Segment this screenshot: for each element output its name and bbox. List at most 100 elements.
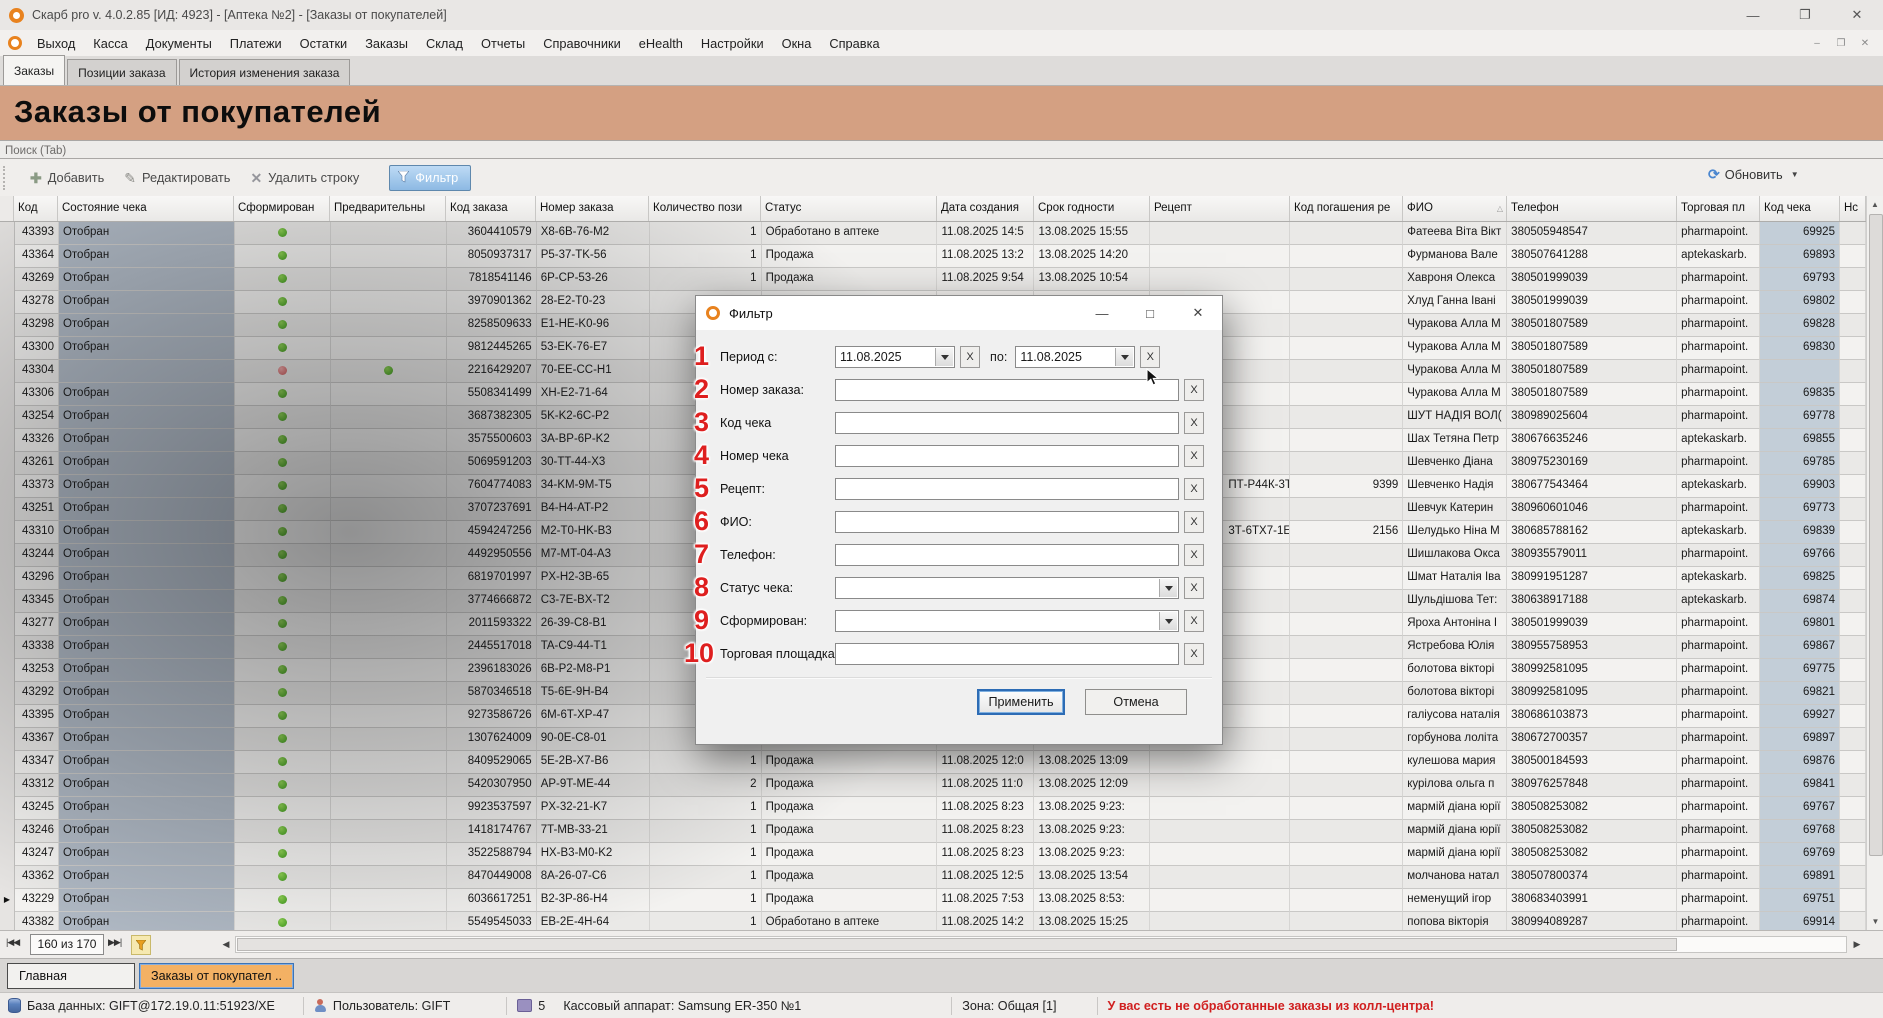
mdi-minimize-icon[interactable]: – (1805, 38, 1829, 49)
column-header-qty[interactable]: Количество пози (649, 196, 761, 221)
column-header-pv[interactable]: Предварительны (330, 196, 446, 221)
vertical-scrollbar[interactable]: ▲ ▼ (1866, 196, 1883, 930)
clear-field-button[interactable]: X (1184, 610, 1204, 632)
menu-item[interactable]: Справка (820, 32, 888, 55)
date-input[interactable]: 11.08.2025 (835, 346, 955, 368)
table-row[interactable]: 43382Отобран5549545033EB-2E-4H-641Обрабо… (0, 912, 1866, 930)
menu-item[interactable]: Склад (417, 32, 472, 55)
text-input[interactable] (835, 544, 1179, 566)
menu-item[interactable]: Окна (773, 32, 821, 55)
clear-field-button[interactable]: X (1184, 511, 1204, 533)
window-tab[interactable]: Главная (7, 963, 135, 989)
close-button[interactable]: ✕ (1831, 0, 1883, 30)
combo-input[interactable] (835, 577, 1179, 599)
date-input[interactable]: 11.08.2025 (1015, 346, 1135, 368)
combo-input[interactable] (835, 610, 1179, 632)
column-header-d2[interactable]: Срок годности (1034, 196, 1150, 221)
tab-История изменения заказа[interactable]: История изменения заказа (179, 59, 351, 85)
text-input[interactable] (835, 445, 1179, 467)
column-header-ck[interactable]: Код чека (1760, 196, 1840, 221)
window-tab[interactable]: Заказы от покупател .. (139, 963, 294, 989)
column-header-nc[interactable]: Нс (1840, 196, 1866, 221)
table-row[interactable]: 43312Отобран5420307950AP-9T-ME-442Продаж… (0, 774, 1866, 797)
table-row[interactable]: 43347Отобран84095290655E-2B-X7-B61Продаж… (0, 751, 1866, 774)
table-row[interactable]: 43245Отобран9923537597PX-32-21-K71Продаж… (0, 797, 1866, 820)
text-input[interactable] (835, 412, 1179, 434)
column-header-pg[interactable]: Код погашения ре (1290, 196, 1403, 221)
menu-item[interactable]: Заказы (356, 32, 417, 55)
text-input[interactable] (835, 478, 1179, 500)
delete-row-button[interactable]: ✕ Удалить строку (250, 170, 359, 185)
scroll-down-icon[interactable]: ▼ (1867, 913, 1883, 930)
column-header-st[interactable]: Статус (761, 196, 937, 221)
menu-item[interactable]: Отчеты (472, 32, 534, 55)
scroll-left-icon[interactable]: ◀ (218, 936, 234, 953)
text-input[interactable] (835, 379, 1179, 401)
scroll-right-icon[interactable]: ▶ (1849, 936, 1865, 953)
refresh-button[interactable]: ⟳ Обновить ▼ (1708, 166, 1799, 183)
apply-button[interactable]: Применить (977, 689, 1065, 715)
chevron-down-icon[interactable]: ▼ (1791, 170, 1799, 179)
horizontal-scrollbar[interactable] (235, 936, 1847, 953)
menu-item[interactable]: Справочники (534, 32, 630, 55)
search-input[interactable] (0, 143, 1883, 160)
table-row[interactable]: 43246Отобран14181747677T-MB-33-211Продаж… (0, 820, 1866, 843)
clear-field-button[interactable]: X (1184, 379, 1204, 401)
restore-button[interactable]: ❐ (1779, 0, 1831, 30)
dialog-close-button[interactable]: ✕ (1174, 296, 1222, 330)
menu-item[interactable]: Выход (28, 32, 84, 55)
column-header-kod[interactable]: Код (14, 196, 58, 221)
menu-item[interactable]: eHealth (630, 32, 692, 55)
horizontal-scrollbar-thumb[interactable] (237, 938, 1677, 951)
clear-field-button[interactable]: X (960, 346, 980, 368)
mdi-close-icon[interactable]: ✕ (1853, 38, 1877, 49)
dropdown-arrow-icon[interactable] (935, 348, 953, 366)
dropdown-arrow-icon[interactable] (1115, 348, 1133, 366)
menu-item[interactable]: Настройки (692, 32, 773, 55)
scroll-up-icon[interactable]: ▲ (1867, 196, 1883, 213)
clear-field-button[interactable]: X (1184, 544, 1204, 566)
column-header-nz[interactable]: Номер заказа (536, 196, 649, 221)
table-row[interactable]: ▶43229Отобран6036617251B2-3P-86-H41Прода… (0, 889, 1866, 912)
filter-button[interactable]: Фильтр (389, 165, 471, 191)
menu-item[interactable]: Остатки (291, 32, 357, 55)
table-row[interactable]: 43364Отобран8050937317P5-37-TK-561Продаж… (0, 245, 1866, 268)
text-input[interactable] (835, 511, 1179, 533)
tab-Заказы[interactable]: Заказы (3, 55, 65, 85)
mdi-restore-icon[interactable]: ❐ (1829, 38, 1853, 49)
column-header-rc[interactable]: Рецепт (1150, 196, 1290, 221)
dialog-minimize-button[interactable]: — (1078, 296, 1126, 330)
table-row[interactable]: 43247Отобран3522588794HX-B3-M0-K21Продаж… (0, 843, 1866, 866)
clear-field-button[interactable]: X (1184, 412, 1204, 434)
column-header-tp[interactable]: Торговая пл (1677, 196, 1760, 221)
cancel-button[interactable]: Отмена (1085, 689, 1187, 715)
clear-field-button[interactable]: X (1184, 445, 1204, 467)
column-header-tel[interactable]: Телефон (1507, 196, 1677, 221)
pager-filter-button[interactable] (131, 935, 151, 955)
minimize-button[interactable]: — (1727, 0, 1779, 30)
edit-button[interactable]: ✎ Редактировать (124, 170, 230, 185)
column-header-state[interactable]: Состояние чека (58, 196, 234, 221)
table-row[interactable]: 43393Отобран3604410579X8-6B-76-M21Обрабо… (0, 222, 1866, 245)
clear-field-button[interactable]: X (1184, 643, 1204, 665)
tab-Позиции заказа[interactable]: Позиции заказа (67, 59, 176, 85)
dropdown-arrow-icon[interactable] (1159, 579, 1177, 597)
text-input[interactable] (835, 643, 1179, 665)
column-header-fio[interactable]: ФИО△ (1403, 196, 1507, 221)
table-row[interactable]: 43269Отобран78185411466P-CP-53-261Продаж… (0, 268, 1866, 291)
menu-item[interactable]: Платежи (221, 32, 291, 55)
column-header-d1[interactable]: Дата создания (937, 196, 1034, 221)
menu-item[interactable]: Документы (137, 32, 221, 55)
filter-dialog-titlebar[interactable]: Фильтр — □ ✕ (696, 296, 1222, 330)
dropdown-arrow-icon[interactable] (1159, 612, 1177, 630)
column-header-kz[interactable]: Код заказа (446, 196, 536, 221)
menu-item[interactable]: Касса (84, 32, 137, 55)
column-header-sf[interactable]: Сформирован (234, 196, 330, 221)
add-button[interactable]: ✚ Добавить (30, 170, 104, 185)
clear-field-button[interactable]: X (1184, 577, 1204, 599)
first-page-button[interactable]: |◀◀ (6, 937, 19, 948)
clear-field-button[interactable]: X (1140, 346, 1160, 368)
clear-field-button[interactable]: X (1184, 478, 1204, 500)
dialog-maximize-button[interactable]: □ (1126, 296, 1174, 330)
last-page-button[interactable]: ▶▶| (108, 937, 121, 948)
